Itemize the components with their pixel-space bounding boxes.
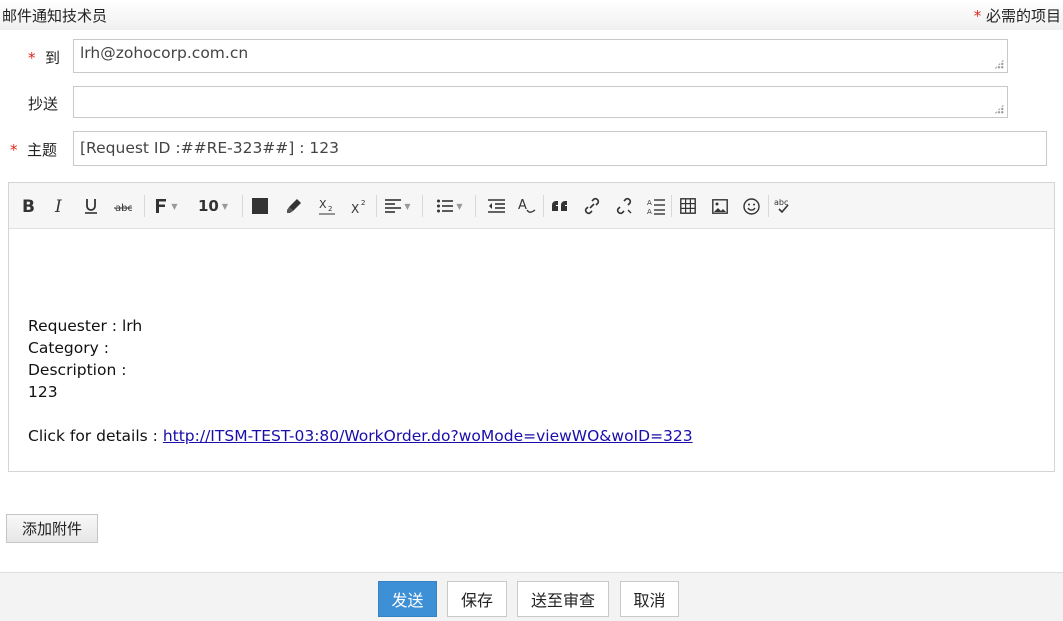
toolbar-divider (376, 195, 377, 217)
body-details-line: Click for details : http://ITSM-TEST-03:… (28, 425, 693, 447)
font-family-icon[interactable]: ▼ (151, 192, 181, 220)
subject-value: [Request ID :##RE-323##] : 123 (80, 139, 339, 157)
save-button[interactable]: 保存 (447, 581, 507, 617)
body-category-line: Category : (28, 339, 109, 357)
underline-icon[interactable] (80, 192, 102, 220)
svg-text:A: A (647, 208, 652, 215)
subject-field[interactable]: [Request ID :##RE-323##] : 123 (73, 131, 1047, 166)
svg-text:abc: abc (774, 198, 788, 207)
editor-toolbar: B I abc ▼ 10 ▼ X2 X2 ▼ ▼ A A A abc (9, 183, 1054, 229)
align-icon[interactable]: ▼ (381, 192, 415, 220)
svg-text:I: I (54, 197, 62, 215)
svg-text:2: 2 (328, 205, 332, 213)
font-size-value: 10 (197, 197, 219, 215)
details-link[interactable]: http://ITSM-TEST-03:80/WorkOrder.do?woMo… (163, 427, 693, 445)
details-prefix: Click for details : (28, 427, 163, 445)
link-icon[interactable] (581, 192, 603, 220)
subscript-icon[interactable]: X2 (316, 192, 338, 220)
highlight-icon[interactable] (283, 192, 305, 220)
bold-icon[interactable]: B (17, 192, 39, 220)
blockquote-icon[interactable] (549, 192, 571, 220)
to-label: 到 (45, 49, 61, 67)
to-field[interactable]: lrh@zohocorp.com.cn (73, 39, 1008, 73)
subject-label-group: * 主题 (10, 139, 57, 160)
subject-label: 主题 (27, 141, 58, 159)
send-button[interactable]: 发送 (378, 581, 437, 617)
body-description-line: Description : (28, 361, 127, 379)
body-blank-line (28, 403, 693, 425)
font-size-selector[interactable]: 10 ▼ (195, 192, 231, 220)
svg-text:A: A (518, 198, 527, 213)
line-height-icon[interactable]: AA (645, 192, 667, 220)
action-bar: 发送 保存 送至审查 取消 (0, 572, 1063, 621)
toolbar-divider (144, 195, 145, 217)
unlink-icon[interactable] (613, 192, 635, 220)
italic-icon[interactable]: I (49, 192, 71, 220)
toolbar-divider (671, 195, 672, 217)
svg-text:2: 2 (361, 199, 365, 207)
spellcheck-icon[interactable]: abc (772, 192, 794, 220)
rich-text-editor: B I abc ▼ 10 ▼ X2 X2 ▼ ▼ A A A abc Reque… (8, 182, 1055, 472)
toolbar-divider (768, 195, 769, 217)
toolbar-divider (422, 195, 423, 217)
editor-body[interactable]: Requester : lrh Category : Description :… (28, 315, 693, 447)
toolbar-divider (242, 195, 243, 217)
to-value: lrh@zohocorp.com.cn (80, 44, 249, 62)
resize-handle-icon[interactable] (994, 104, 1004, 114)
body-requester-line: Requester : lrh (28, 317, 143, 335)
toolbar-divider (543, 195, 544, 217)
clear-format-icon[interactable]: A (516, 192, 538, 220)
svg-text:A: A (647, 199, 652, 207)
panel-title: 邮件通知技术员 (2, 7, 108, 25)
required-note: * 必需的项目 (974, 5, 1061, 26)
emoji-icon[interactable] (740, 192, 762, 220)
strikethrough-icon[interactable]: abc (112, 192, 134, 220)
cc-field[interactable] (73, 86, 1008, 118)
resize-handle-icon[interactable] (994, 59, 1004, 69)
subject-required-star: * (10, 141, 18, 159)
to-label-group: * 到 (28, 47, 60, 68)
add-attachment-button[interactable]: 添加附件 (6, 514, 98, 543)
superscript-icon[interactable]: X2 (348, 192, 370, 220)
svg-text:B: B (22, 197, 35, 215)
to-required-star: * (28, 49, 36, 67)
required-label: 必需的项目 (985, 7, 1061, 25)
body-description-value: 123 (28, 383, 58, 401)
send-for-review-button[interactable]: 送至审查 (517, 581, 609, 617)
svg-text:X: X (351, 202, 359, 215)
toolbar-divider (475, 195, 476, 217)
required-star: * (973, 7, 982, 25)
font-color-icon[interactable] (249, 192, 271, 220)
svg-text:X: X (319, 198, 327, 211)
list-icon[interactable]: ▼ (433, 192, 467, 220)
image-icon[interactable] (709, 192, 731, 220)
table-icon[interactable] (677, 192, 699, 220)
outdent-icon[interactable] (485, 192, 507, 220)
cancel-button[interactable]: 取消 (620, 581, 679, 617)
cc-label: 抄送 (28, 95, 59, 113)
panel-header: 邮件通知技术员 * 必需的项目 (0, 0, 1063, 30)
